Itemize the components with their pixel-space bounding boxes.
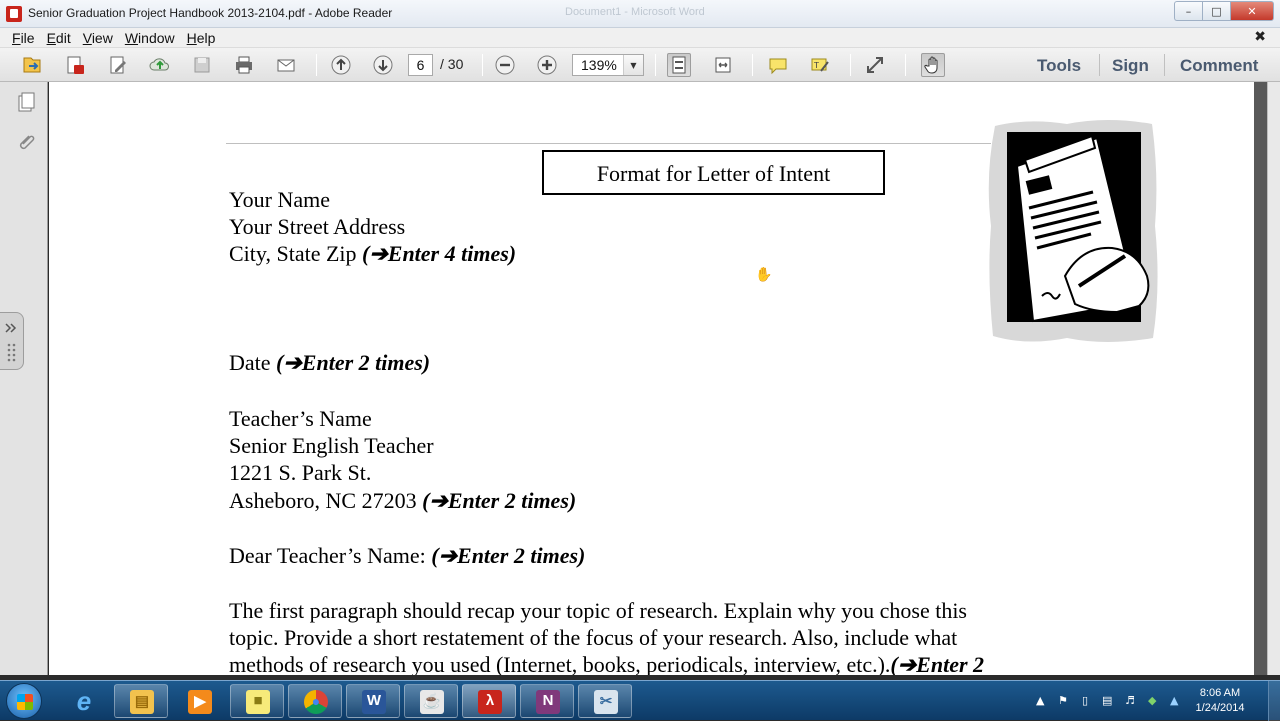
highlight-icon[interactable]: T	[808, 53, 832, 77]
fit-page-icon[interactable]	[667, 53, 691, 77]
letter-line: Dear Teacher’s Name: (➔Enter 2 times)	[229, 543, 586, 568]
upload-cloud-icon[interactable]	[148, 53, 172, 77]
volume-icon[interactable]: ♬	[1125, 694, 1135, 707]
zoom-out-icon[interactable]	[493, 53, 517, 77]
menu-window[interactable]: Window	[119, 30, 181, 46]
letter-signing-clipart	[988, 120, 1158, 342]
header-rule	[226, 143, 991, 144]
adobe-reader-button[interactable]: λ	[462, 684, 516, 718]
attachments-icon[interactable]	[16, 132, 36, 154]
letter-line: Teacher’s Name	[229, 406, 372, 431]
letter-line: Your Street Address	[229, 214, 406, 239]
document-view[interactable]: Format for Letter of Intent Your Name Yo…	[49, 82, 1267, 675]
menu-file[interactable]: File	[6, 30, 41, 46]
start-button[interactable]	[6, 683, 42, 719]
previous-page-icon[interactable]	[329, 53, 353, 77]
letter-line: Date (➔Enter 2 times)	[229, 350, 431, 375]
page-thumbnails-icon[interactable]	[16, 92, 36, 114]
show-desktop-button[interactable]	[1268, 681, 1280, 721]
word-button[interactable]: W	[346, 684, 400, 718]
letter-line: Senior English Teacher	[229, 433, 434, 458]
letter-line: The first paragraph should recap your to…	[229, 598, 967, 623]
window-title: Senior Graduation Project Handbook 2013-…	[28, 6, 393, 20]
chrome-button[interactable]: ●	[288, 684, 342, 718]
network-icon[interactable]: ▤	[1102, 694, 1112, 707]
toolbar: 6 / 30 139% ▼ T Tools Sign Comment	[0, 48, 1280, 82]
maximize-button[interactable]: □	[1202, 1, 1230, 21]
close-document-icon[interactable]: ✖	[1254, 29, 1266, 45]
letter-line: 1221 S. Park St.	[229, 460, 372, 485]
security-icon[interactable]: ◆	[1148, 694, 1156, 707]
sign-pane-button[interactable]: Sign	[1112, 56, 1149, 76]
letter-line: City, State Zip (➔Enter 4 times)	[229, 241, 517, 266]
battery-icon[interactable]: ▯	[1082, 694, 1088, 707]
page-number-input[interactable]: 6	[408, 54, 433, 76]
svg-text:T: T	[813, 61, 819, 70]
show-hidden-icons[interactable]: ▲	[1036, 694, 1044, 707]
windows-taskbar: e ▤ ▶ ■ ● W ☕ λ N ✂ ▲ ⚑ ▯ ▤ ♬ ◆ ▲ 8:06 A…	[0, 680, 1280, 721]
pdf-page: Format for Letter of Intent Your Name Yo…	[49, 82, 1254, 675]
snipping-tool-button[interactable]: ✂	[578, 684, 632, 718]
clock-date: 1/24/2014	[1195, 702, 1245, 714]
open-file-icon[interactable]	[20, 53, 44, 77]
zoom-value: 139%	[581, 57, 617, 73]
navigation-pane	[0, 82, 48, 675]
zoom-in-icon[interactable]	[535, 53, 559, 77]
adobe-reader-icon	[6, 6, 22, 22]
java-button[interactable]: ☕	[404, 684, 458, 718]
onenote-button[interactable]: N	[520, 684, 574, 718]
email-icon[interactable]	[274, 53, 298, 77]
sticky-notes-button[interactable]: ■	[230, 684, 284, 718]
menu-help[interactable]: Help	[181, 30, 222, 46]
full-screen-icon[interactable]	[863, 53, 887, 77]
page-total: / 30	[440, 56, 464, 72]
minimize-button[interactable]: –	[1174, 1, 1202, 21]
media-player-button[interactable]: ▶	[172, 684, 226, 718]
menu-bar: File Edit View Window Help ✖	[0, 28, 1280, 48]
title-bar: Senior Graduation Project Handbook 2013-…	[0, 0, 1280, 28]
fit-width-icon[interactable]	[711, 53, 735, 77]
comment-icon[interactable]	[766, 53, 790, 77]
create-pdf-icon[interactable]	[63, 53, 87, 77]
sync-icon[interactable]: ▲	[1170, 694, 1178, 707]
internet-explorer-button[interactable]: e	[56, 684, 110, 718]
windows-explorer-button[interactable]: ▤	[114, 684, 168, 718]
pane-expand-handle[interactable]	[0, 312, 24, 370]
save-icon[interactable]	[190, 53, 214, 77]
hand-cursor-icon: ✋	[755, 267, 773, 283]
action-center-icon[interactable]: ⚑	[1058, 694, 1068, 707]
page-heading-box: Format for Letter of Intent	[542, 150, 885, 195]
menu-edit[interactable]: Edit	[41, 30, 77, 46]
hand-tool-icon[interactable]	[921, 53, 945, 77]
tools-pane-button[interactable]: Tools	[1037, 56, 1081, 76]
letter-line: Your Name	[229, 187, 331, 212]
window-controls: – □ ✕	[1174, 1, 1274, 21]
system-clock[interactable]: 8:06 AM 1/24/2014	[1188, 686, 1252, 716]
next-page-icon[interactable]	[371, 53, 395, 77]
letter-line: topic. Provide a short restatement of th…	[229, 625, 958, 650]
edit-pdf-icon[interactable]	[106, 53, 130, 77]
zoom-select[interactable]: 139% ▼	[572, 54, 644, 76]
vertical-scrollbar[interactable]	[1267, 82, 1280, 675]
chevron-down-icon[interactable]: ▼	[623, 55, 643, 75]
close-button[interactable]: ✕	[1230, 1, 1274, 21]
page-heading: Format for Letter of Intent	[596, 161, 831, 186]
background-window-title: Document1 - Microsoft Word	[565, 6, 705, 18]
print-icon[interactable]	[232, 53, 256, 77]
menu-view[interactable]: View	[77, 30, 119, 46]
comment-pane-button[interactable]: Comment	[1180, 56, 1258, 76]
letter-line: Asheboro, NC 27203 (➔Enter 2 times)	[229, 488, 577, 513]
clock-time: 8:06 AM	[1199, 687, 1241, 699]
letter-line: methods of research you used (Internet, …	[229, 652, 985, 675]
